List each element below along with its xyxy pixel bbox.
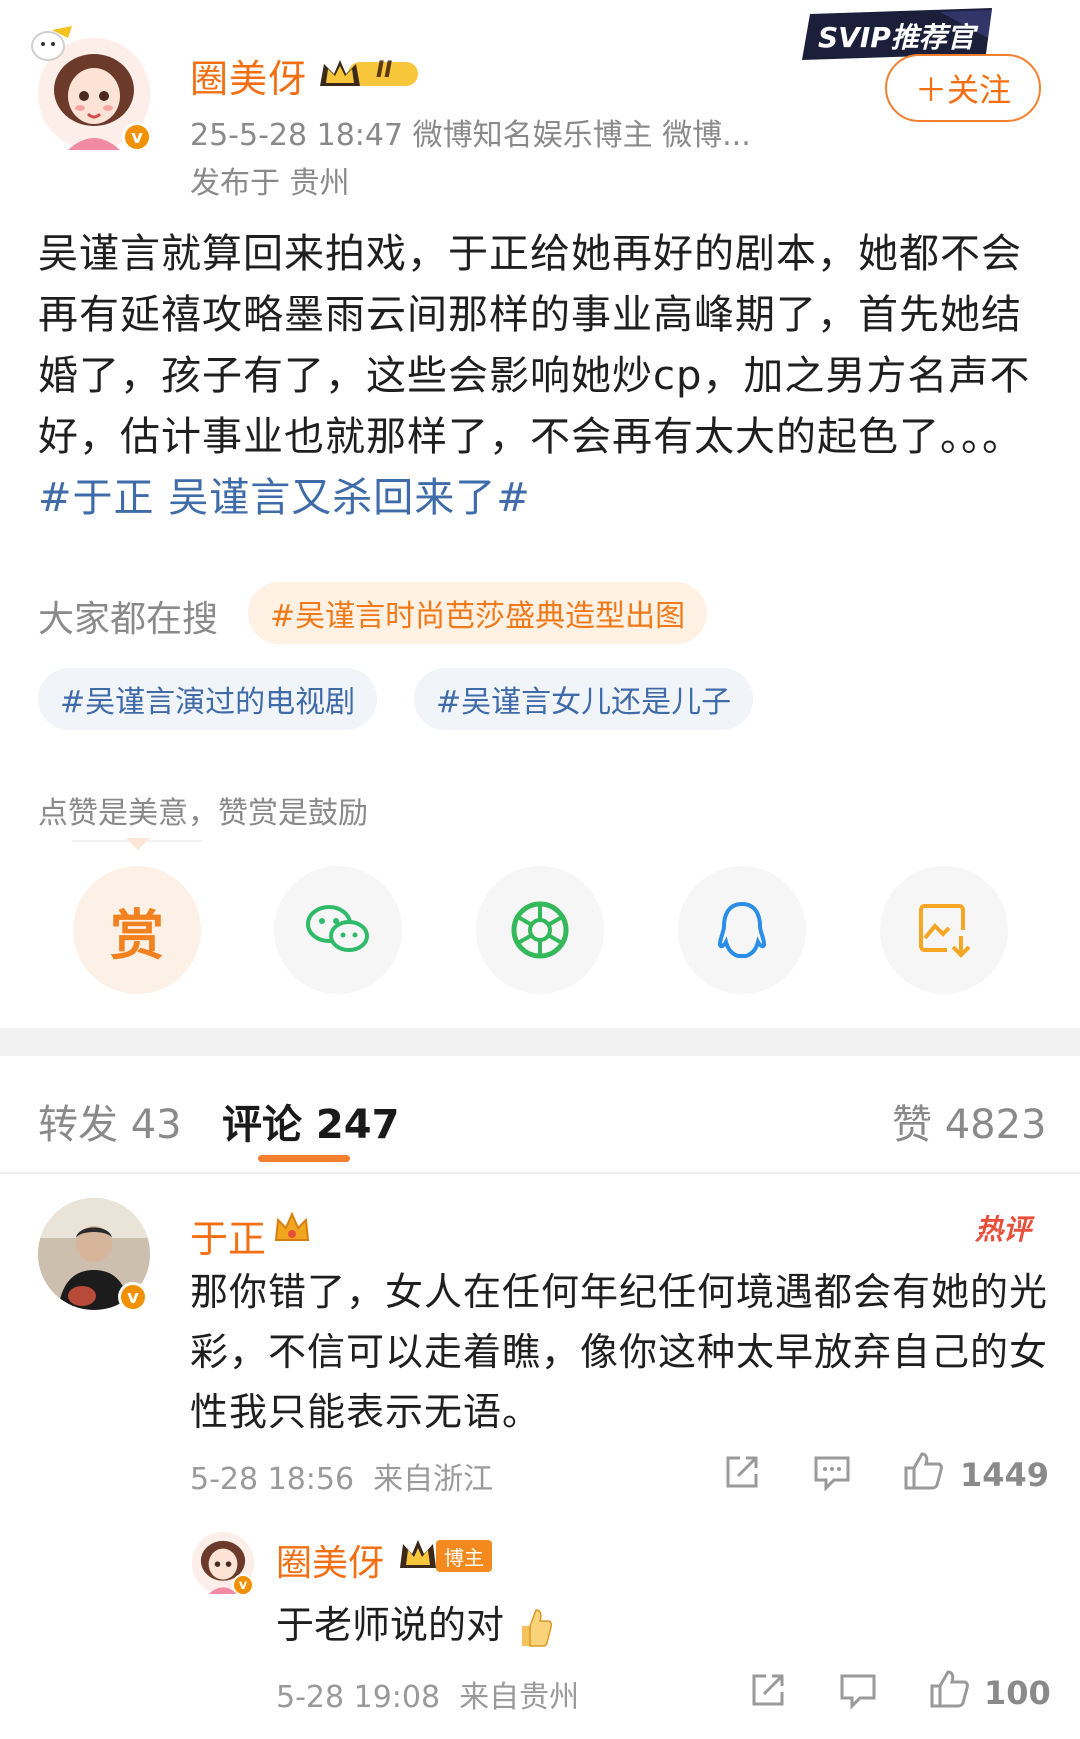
reply-text: 于老师说的对: [276, 1603, 505, 1647]
share-moments-button[interactable]: [476, 866, 604, 994]
comment-text: 那你错了，女人在任何年纪任何境遇都会有她的光彩，不信可以走着瞧，像你这种太早放弃…: [190, 1270, 1049, 1434]
svip-banner: SVIP推荐官: [800, 8, 996, 60]
tab-comments[interactable]: 评论 247: [222, 1092, 399, 1150]
post-text: 吴谨言就算回来拍戏，于正给她再好的剧本，她都不会再有延禧攻略墨雨云间那样的事业高…: [38, 231, 1031, 460]
post-body: 吴谨言就算回来拍戏，于正给她再好的剧本，她都不会再有延禧攻略墨雨云间那样的事业高…: [38, 224, 1048, 529]
reward-tip: 点赞是美意，赞赏是鼓励: [38, 796, 368, 831]
reward-label: 赏: [110, 903, 164, 967]
qq-icon: [717, 901, 767, 958]
verified-badge-icon: v: [232, 1574, 254, 1596]
thumbs-up-emoji-icon: [516, 1606, 553, 1650]
like-count: 100: [984, 1674, 1051, 1712]
reply-icon[interactable]: [812, 1452, 852, 1492]
like-icon[interactable]: [902, 1450, 943, 1490]
post-hashtag-link[interactable]: #于正 吴谨言又杀回来了#: [38, 475, 531, 521]
crown-icon: [272, 1208, 312, 1248]
tab-repost[interactable]: 转发 43: [38, 1092, 182, 1150]
svip-banner-label: SVIP推荐官: [818, 21, 975, 54]
repost-icon[interactable]: [722, 1452, 762, 1492]
commenter-name[interactable]: 于正: [190, 1208, 266, 1263]
like-icon[interactable]: [928, 1668, 969, 1708]
reply-timestamp: 5-28 19:08: [276, 1680, 441, 1715]
share-wechat-button[interactable]: [274, 866, 402, 994]
crown-icon: [398, 1536, 438, 1572]
trending-chip[interactable]: #吴谨言演过的电视剧: [38, 668, 378, 730]
comment-timestamp: 5-28 18:56: [190, 1462, 355, 1497]
post-location: 发布于 贵州: [190, 166, 350, 201]
blogger-badge: 博主: [436, 1540, 492, 1572]
save-image-button[interactable]: [880, 866, 1008, 994]
member-level-badge: II: [318, 56, 422, 92]
reply-icon[interactable]: [838, 1670, 878, 1710]
hot-comment-tag: 热评: [975, 1213, 1032, 1246]
like-count: 1449: [960, 1456, 1050, 1494]
author-name[interactable]: 圈美伢: [190, 48, 307, 103]
active-tab-indicator: [258, 1155, 350, 1162]
trending-chip[interactable]: #吴谨言时尚芭莎盛典造型出图: [248, 582, 708, 644]
post-meta: 25-5-28 18:47 微博知名娱乐博主 微博...: [190, 118, 751, 153]
section-divider: [0, 1028, 1080, 1056]
reply-location: 来自贵州: [459, 1680, 580, 1715]
comment-time: 5-28 18:56 来自浙江: [190, 1454, 493, 1498]
verified-badge-icon: v: [118, 1282, 148, 1312]
share-qq-button[interactable]: [678, 866, 806, 994]
reply-author-name[interactable]: 圈美伢: [276, 1534, 384, 1586]
follow-button[interactable]: ＋关注: [885, 54, 1041, 122]
avatar-mascot-icon: [28, 24, 74, 64]
level-badge-label: II: [376, 58, 393, 83]
trending-chip[interactable]: #吴谨言女儿还是儿子: [414, 668, 754, 730]
reply-text-row: 于老师说的对: [276, 1594, 553, 1650]
trending-search-label: 大家都在搜: [38, 599, 219, 640]
moments-icon: [511, 901, 569, 959]
repost-icon[interactable]: [748, 1670, 788, 1710]
reply-time: 5-28 19:08 来自贵州: [276, 1672, 579, 1716]
verified-badge-icon: v: [122, 122, 152, 152]
tab-border: [0, 1172, 1080, 1174]
save-image-icon: [919, 904, 971, 958]
comment-location: 来自浙江: [373, 1462, 494, 1497]
wechat-icon: [306, 905, 369, 952]
tip-caret: [126, 838, 150, 850]
tab-likes[interactable]: 赞 4823: [892, 1092, 1047, 1150]
reward-button[interactable]: 赏: [73, 866, 201, 994]
